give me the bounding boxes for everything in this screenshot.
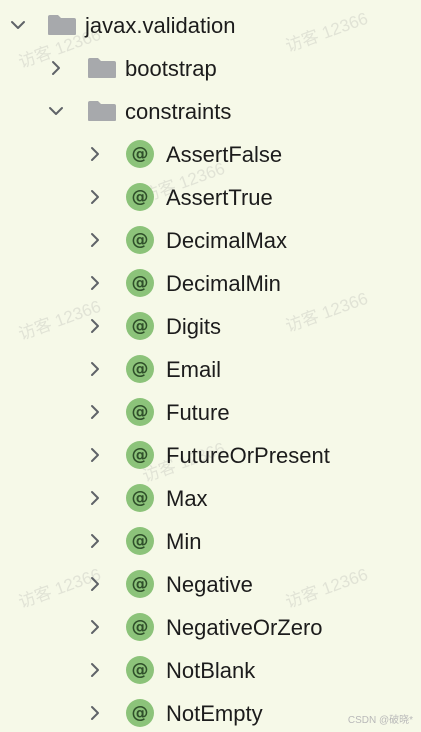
- annotation-icon: @: [126, 226, 154, 254]
- tree-node-label: NotBlank: [166, 658, 256, 683]
- chevron-right-icon[interactable]: [85, 574, 105, 594]
- tree-node-label: Email: [166, 357, 222, 382]
- tree-node-annotation[interactable]: @ Future: [0, 391, 421, 434]
- tree-node-annotation[interactable]: @ Negative: [0, 563, 421, 606]
- tree-node-annotation[interactable]: @ FutureOrPresent: [0, 434, 421, 477]
- chevron-right-icon[interactable]: [46, 58, 66, 78]
- tree-node-label: Digits: [166, 314, 222, 339]
- folder-icon: [47, 14, 77, 36]
- annotation-icon: @: [126, 484, 154, 512]
- chevron-right-icon[interactable]: [85, 660, 105, 680]
- tree-node-annotation[interactable]: @ Email: [0, 348, 421, 391]
- chevron-right-icon[interactable]: [85, 230, 105, 250]
- tree-node-annotation[interactable]: @ DecimalMax: [0, 219, 421, 262]
- tree-node-constraints[interactable]: constraints: [0, 90, 421, 133]
- source-credit: CSDN @破晓*: [347, 715, 413, 726]
- tree-node-label: Future: [166, 400, 230, 425]
- chevron-right-icon[interactable]: [85, 617, 105, 637]
- tree-node-annotation[interactable]: @ Digits: [0, 305, 421, 348]
- annotation-icon: @: [126, 527, 154, 555]
- project-tree: 访客 12366 访客 12366 访客 12366 访客 12366 访客 1…: [0, 0, 421, 732]
- chevron-right-icon[interactable]: [85, 144, 105, 164]
- chevron-right-icon[interactable]: [85, 531, 105, 551]
- chevron-right-icon[interactable]: [85, 703, 105, 723]
- tree-node-annotation[interactable]: @ AssertFalse: [0, 133, 421, 176]
- tree-node-label: AssertFalse: [166, 142, 283, 167]
- annotation-icon: @: [126, 183, 154, 211]
- tree-node-annotation[interactable]: @ Min: [0, 520, 421, 563]
- tree-node-label: Min: [166, 529, 202, 554]
- tree-node-bootstrap[interactable]: bootstrap: [0, 47, 421, 90]
- folder-icon: [87, 57, 117, 79]
- tree-node-label: bootstrap: [125, 56, 217, 81]
- annotation-icon: @: [126, 570, 154, 598]
- tree-node-label: FutureOrPresent: [166, 443, 330, 468]
- chevron-right-icon[interactable]: [85, 187, 105, 207]
- tree-node-annotation[interactable]: @ DecimalMin: [0, 262, 421, 305]
- tree-node-annotation[interactable]: @ AssertTrue: [0, 176, 421, 219]
- annotation-icon: @: [126, 441, 154, 469]
- tree-node-label: NotEmpty: [166, 701, 263, 726]
- tree-node-label: NegativeOrZero: [166, 615, 323, 640]
- annotation-icon: @: [126, 355, 154, 383]
- chevron-right-icon[interactable]: [85, 488, 105, 508]
- annotation-icon: @: [126, 312, 154, 340]
- annotation-icon: @: [126, 656, 154, 684]
- chevron-right-icon[interactable]: [85, 316, 105, 336]
- chevron-right-icon[interactable]: [85, 445, 105, 465]
- tree-node-label: DecimalMax: [166, 228, 288, 253]
- tree-node-label: constraints: [125, 99, 232, 124]
- chevron-right-icon[interactable]: [85, 359, 105, 379]
- tree-node-label: Max: [166, 486, 208, 511]
- tree-node-annotation[interactable]: @ Max: [0, 477, 421, 520]
- tree-node-label: javax.validation: [85, 13, 236, 38]
- annotation-icon: @: [126, 699, 154, 727]
- chevron-down-icon[interactable]: [8, 15, 28, 35]
- annotation-icon: @: [126, 140, 154, 168]
- tree-node-label: DecimalMin: [166, 271, 281, 296]
- folder-icon: [87, 100, 117, 122]
- annotation-icon: @: [126, 613, 154, 641]
- tree-node-javax-validation[interactable]: javax.validation: [0, 4, 421, 47]
- chevron-right-icon[interactable]: [85, 273, 105, 293]
- tree-node-label: AssertTrue: [166, 185, 273, 210]
- tree-node-annotation[interactable]: @ NegativeOrZero: [0, 606, 421, 649]
- annotation-icon: @: [126, 269, 154, 297]
- tree-node-label: Negative: [166, 572, 253, 597]
- chevron-down-icon[interactable]: [46, 101, 66, 121]
- tree-node-annotation[interactable]: @ NotBlank: [0, 649, 421, 692]
- chevron-right-icon[interactable]: [85, 402, 105, 422]
- annotation-icon: @: [126, 398, 154, 426]
